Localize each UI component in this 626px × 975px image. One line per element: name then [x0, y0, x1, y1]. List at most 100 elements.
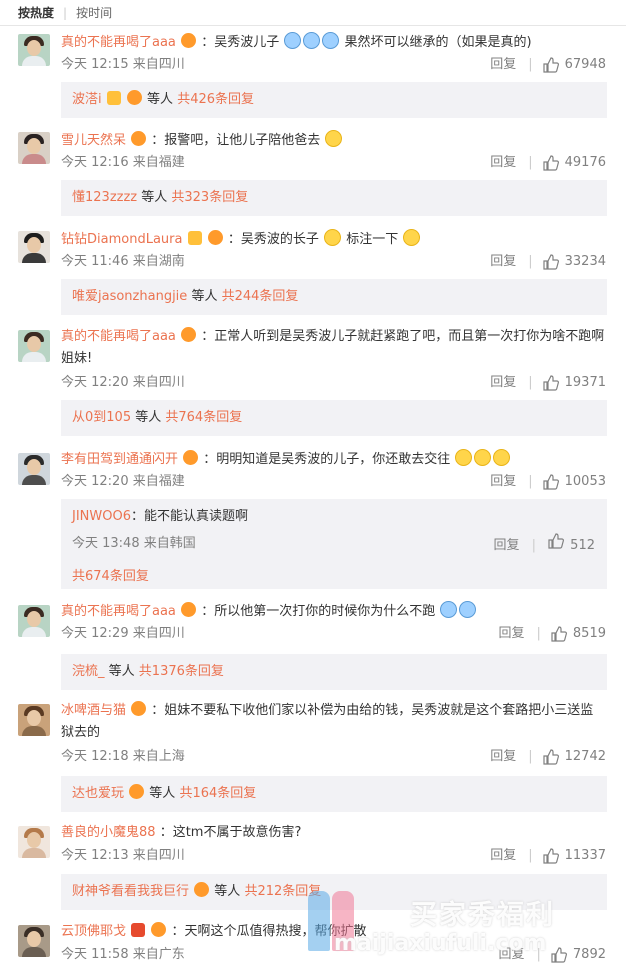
comment-text-tail: 标注一下 — [346, 232, 399, 247]
comment-username[interactable]: 云顶佛耶戈 — [61, 924, 126, 939]
comment-meta: 今天 11:46 来自湖南 — [61, 254, 185, 269]
reply-button[interactable]: 回复 — [493, 538, 519, 553]
sleepy-emoji-icon — [474, 449, 492, 466]
reply-username[interactable]: 从0到105 — [72, 410, 131, 425]
sort-by-time-tab[interactable]: 按时间 — [76, 4, 112, 21]
reply-username[interactable]: 波溚i — [72, 92, 102, 107]
reply-count-link[interactable]: 共244条回复 — [222, 289, 299, 304]
like-thumb-icon[interactable] — [551, 626, 567, 642]
like-thumb-icon[interactable] — [543, 254, 559, 270]
comment-actions: 回复 | 7892 — [498, 946, 606, 964]
comment-actions: 回复 | 12742 — [490, 748, 606, 766]
comment-content: 李有田驾到通通闪开 ：明明知道是吴秀波的儿子，你还敢去交往 — [61, 449, 511, 471]
comment-text: ：天啊这个瓜值得热搜，帮你扩散 — [171, 924, 367, 939]
member-badge-icon — [194, 882, 210, 897]
reply-button[interactable]: 回复 — [499, 625, 525, 643]
avatar[interactable] — [18, 704, 50, 736]
avatar[interactable] — [18, 330, 50, 362]
like-count: 11337 — [564, 848, 606, 863]
reply-count-link[interactable]: 共764条回复 — [165, 410, 242, 425]
comment-content: 真的不能再喝了aaa ：吴秀波儿子 果然坏可以继承的（如果是真的) — [61, 32, 532, 54]
comment-username[interactable]: 李有田驾到通通闪开 — [61, 452, 178, 467]
comment-username[interactable]: 冰啤酒与猫 — [61, 703, 126, 718]
crying-emoji-icon — [440, 601, 458, 618]
comment-text: ：这tm不属于故意伤害? — [159, 825, 302, 840]
reply-button[interactable]: 回复 — [490, 748, 516, 766]
reply-count-link[interactable]: 共323条回复 — [171, 190, 248, 205]
crying-emoji-icon — [303, 32, 321, 49]
comment-text: ：明明知道是吴秀波的儿子，你还敢去交往 — [203, 452, 451, 467]
like-count: 12742 — [564, 749, 606, 764]
comment-text: ：所以他第一次打你的时候你为什么不跑 — [201, 604, 436, 619]
reply-summary-box[interactable]: 浣梳_ 等人 共1376条回复 — [61, 654, 607, 690]
comment-text: ：报警吧，让他儿子陪他爸去 — [151, 133, 321, 148]
comment-content: 真的不能再喝了aaa ：所以他第一次打你的时候你为什么不跑 — [61, 601, 477, 623]
comment-meta: 今天 12:15 来自四川 — [61, 57, 185, 72]
avatar[interactable] — [18, 453, 50, 485]
reply-summary-box[interactable]: 从0到105 等人 共764条回复 — [61, 400, 607, 436]
comment-text: ：吴秀波儿子 — [201, 35, 280, 50]
member-badge-icon — [207, 230, 223, 245]
reply-button[interactable]: 回复 — [499, 946, 525, 964]
comment-username[interactable]: 真的不能再喝了aaa — [61, 329, 176, 344]
member-badge-icon — [183, 450, 199, 465]
smile-emoji-icon — [324, 229, 342, 246]
crying-emoji-icon — [459, 601, 477, 618]
reply-count-link[interactable]: 共164条回复 — [179, 786, 256, 801]
sleepy-emoji-icon — [455, 449, 473, 466]
comment-username[interactable]: 雪儿天然呆 — [61, 133, 126, 148]
avatar[interactable] — [18, 132, 50, 164]
comment-username[interactable]: 钻钻DiamondLaura — [61, 232, 182, 247]
comment-text: ：吴秀波的长子 — [227, 232, 319, 247]
avatar[interactable] — [18, 925, 50, 957]
reply-summary-box[interactable]: 波溚i 等人 共426条回复 — [61, 82, 607, 118]
reply-button[interactable]: 回复 — [490, 154, 516, 172]
avatar[interactable] — [18, 34, 50, 66]
comment-content: 善良的小魔鬼88 ：这tm不属于故意伤害? — [61, 822, 301, 844]
like-thumb-icon[interactable] — [543, 749, 559, 765]
comment-actions: 回复 | 19371 — [490, 374, 606, 392]
reply-username[interactable]: 财神爷看看我我巨行 — [72, 884, 189, 899]
like-count: 7892 — [572, 947, 606, 962]
reply-count-link[interactable]: 共426条回复 — [177, 92, 254, 107]
like-thumb-icon[interactable] — [551, 947, 567, 963]
reply-summary-box[interactable]: 懂123zzzz 等人 共323条回复 — [61, 180, 607, 216]
member-badge-icon — [126, 90, 142, 105]
reply-username[interactable]: 浣梳_ — [72, 664, 105, 679]
reply-username[interactable]: 唯爱jasonzhangjie — [72, 289, 187, 304]
like-thumb-icon[interactable] — [543, 57, 559, 73]
reply-summary-box[interactable]: 财神爷看看我我巨行 等人 共212条回复 — [61, 874, 607, 910]
reply-username[interactable]: JINWOO6 — [72, 509, 131, 524]
comment-username[interactable]: 真的不能再喝了aaa — [61, 35, 176, 50]
reply-count-link[interactable]: 共674条回复 — [72, 569, 149, 584]
comment-item: 真的不能再喝了aaa ：吴秀波儿子 果然坏可以继承的（如果是真的) 今天 12:… — [0, 30, 626, 120]
reply-button[interactable]: 回复 — [490, 374, 516, 392]
reply-count-link[interactable]: 共212条回复 — [244, 884, 321, 899]
reply-username[interactable]: 懂123zzzz — [72, 190, 137, 205]
comment-username[interactable]: 善良的小魔鬼88 — [61, 825, 156, 840]
reply-button[interactable]: 回复 — [490, 253, 516, 271]
reply-button[interactable]: 回复 — [490, 56, 516, 74]
avatar[interactable] — [18, 826, 50, 858]
like-thumb-icon[interactable] — [543, 848, 559, 864]
like-thumb-icon[interactable] — [543, 375, 559, 391]
reply-summary-box[interactable]: 唯爱jasonzhangjie 等人 共244条回复 — [61, 279, 607, 315]
member-badge-icon — [181, 602, 197, 617]
comment-username[interactable]: 真的不能再喝了aaa — [61, 604, 176, 619]
like-thumb-icon[interactable] — [548, 533, 565, 549]
like-thumb-icon[interactable] — [543, 474, 559, 490]
verified-v-icon — [131, 923, 146, 937]
comment-actions: 回复 | 33234 — [490, 253, 606, 271]
like-count: 67948 — [564, 57, 606, 72]
comment-meta: 今天 12:16 来自福建 — [61, 155, 185, 170]
avatar[interactable] — [18, 231, 50, 263]
avatar[interactable] — [18, 605, 50, 637]
reply-summary-box[interactable]: 达也爱玩 等人 共164条回复 — [61, 776, 607, 812]
comment-meta: 今天 11:58 来自广东 — [61, 947, 185, 962]
reply-count-link[interactable]: 共1376条回复 — [139, 664, 224, 679]
sort-by-hot-tab[interactable]: 按热度 — [18, 4, 54, 21]
reply-username[interactable]: 达也爱玩 — [72, 786, 124, 801]
like-thumb-icon[interactable] — [543, 155, 559, 171]
reply-button[interactable]: 回复 — [490, 473, 516, 491]
reply-button[interactable]: 回复 — [490, 847, 516, 865]
